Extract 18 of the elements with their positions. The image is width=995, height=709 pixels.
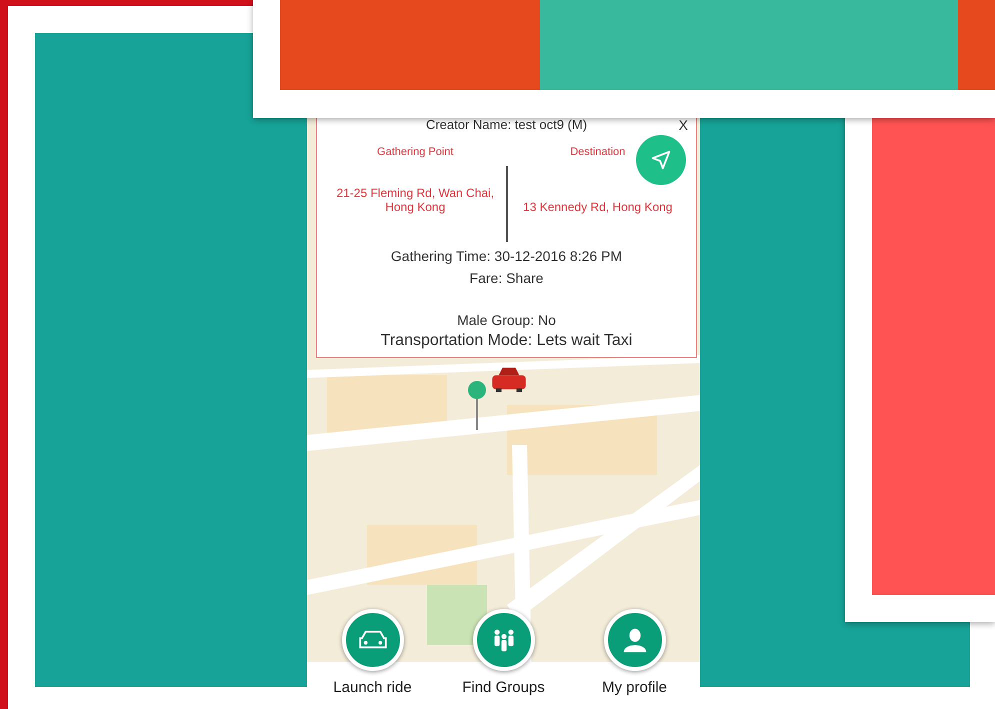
destination-address: 13 Kennedy Rd, Hong Kong (523, 200, 672, 214)
ride-detail: Gathering Time: 30-12-2016 8:26 PM (390, 248, 622, 264)
navigation-arrow-icon (650, 149, 672, 171)
gathering-address: 21-25 Fleming Rd, Wan Chai, Hong Kong (335, 186, 496, 214)
transportation-mode: Transportation Mode: Lets wait Taxi (380, 332, 632, 350)
destination-label: Destination (570, 146, 626, 158)
car-icon (490, 365, 528, 393)
map-pin-icon (467, 380, 487, 430)
ride-detail: Fare: Share (470, 270, 544, 286)
navigation-button[interactable] (636, 135, 686, 185)
nav-label: Launch ride (333, 679, 412, 696)
nav-label: My profile (602, 679, 668, 696)
car-icon (358, 629, 388, 651)
nav-label: Find Groups (462, 679, 545, 696)
creator-name: Creator Name: test oct9 (M) (426, 117, 588, 132)
male-group: Male Group: No (457, 312, 556, 328)
close-button[interactable]: X (678, 117, 688, 133)
gathering-label: Gathering Point (377, 146, 454, 158)
